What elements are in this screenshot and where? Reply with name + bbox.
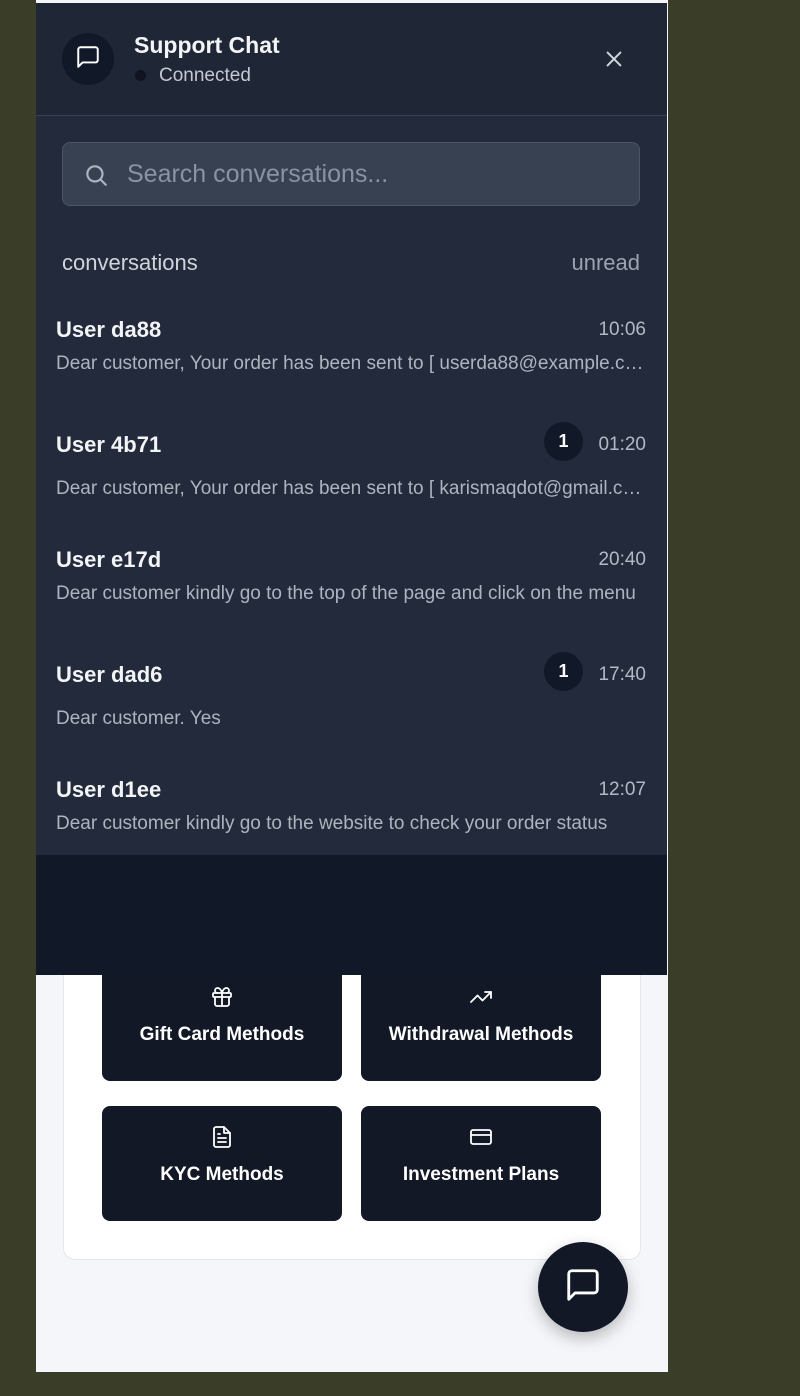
close-icon [603, 48, 625, 75]
conversation-item[interactable]: User dad6 1 17:40 Dear customer. Yes [36, 652, 667, 774]
conversation-preview: Dear customer kindly go to the top of th… [56, 583, 636, 604]
gift-icon [209, 984, 235, 1010]
conversation-time: 12:07 [598, 779, 646, 800]
kyc-methods-label: KYC Methods [160, 1164, 284, 1185]
conversation-time: 10:06 [598, 319, 646, 340]
conversation-item[interactable]: User e17d 20:40 Dear customer kindly go … [36, 547, 667, 659]
open-chat-button[interactable] [538, 1242, 628, 1332]
withdrawal-methods-button[interactable]: Withdrawal Methods [361, 966, 601, 1081]
conversation-user: User 4b71 [56, 432, 162, 457]
search-icon [83, 162, 109, 188]
chat-header: Support Chat Connected [36, 3, 667, 116]
chat-title: Support Chat [134, 32, 280, 58]
conversation-preview: Dear customer. Yes [56, 708, 221, 729]
gift-card-methods-label: Gift Card Methods [139, 1024, 305, 1045]
conversation-preview: Dear customer, Your order has been sent … [56, 353, 646, 374]
conversation-item[interactable]: User 4b71 1 01:20 Dear customer, Your or… [36, 422, 667, 544]
unread-filter[interactable]: unread [571, 250, 640, 276]
investment-plans-button[interactable]: Investment Plans [361, 1106, 601, 1221]
conversation-item[interactable]: User da88 10:06 Dear customer, Your orde… [36, 317, 667, 429]
search-box [62, 142, 640, 206]
conversation-preview: Dear customer kindly go to the website t… [56, 813, 608, 834]
chat-avatar [62, 33, 114, 85]
search-input[interactable] [127, 143, 627, 205]
conversations-heading: conversations [62, 250, 198, 275]
conversation-user: User d1ee [56, 777, 162, 802]
chat-bubble-icon [564, 1266, 602, 1309]
gift-card-methods-button[interactable]: Gift Card Methods [102, 966, 342, 1081]
close-chat-button[interactable] [600, 47, 628, 75]
conversation-user: User dad6 [56, 662, 163, 687]
conversation-user: User e17d [56, 547, 162, 572]
unread-badge: 1 [544, 422, 583, 461]
conversation-time: 20:40 [598, 549, 646, 570]
connection-status: Connected [159, 65, 251, 86]
unread-badge: 1 [544, 652, 583, 691]
trending-up-icon [468, 984, 494, 1010]
investment-plans-label: Investment Plans [402, 1164, 560, 1185]
conversation-user: User da88 [56, 317, 162, 342]
conversation-time: 17:40 [598, 664, 646, 685]
conversation-list-area: conversations unread User da88 10:06 Dea… [36, 116, 667, 855]
conversation-preview: Dear customer, Your order has been sent … [56, 478, 646, 499]
kyc-methods-button[interactable]: KYC Methods [102, 1106, 342, 1221]
credit-card-icon [468, 1124, 494, 1150]
conversation-time: 01:20 [598, 434, 646, 455]
conversation-item[interactable]: User d1ee 12:07 Dear customer kindly go … [36, 777, 667, 889]
withdrawal-methods-label: Withdrawal Methods [388, 1024, 574, 1045]
support-chat-panel: Support Chat Connected conversations unr… [36, 3, 667, 975]
chat-bubble-icon [75, 44, 101, 75]
status-dot-icon [135, 70, 146, 81]
document-icon [209, 1124, 235, 1150]
